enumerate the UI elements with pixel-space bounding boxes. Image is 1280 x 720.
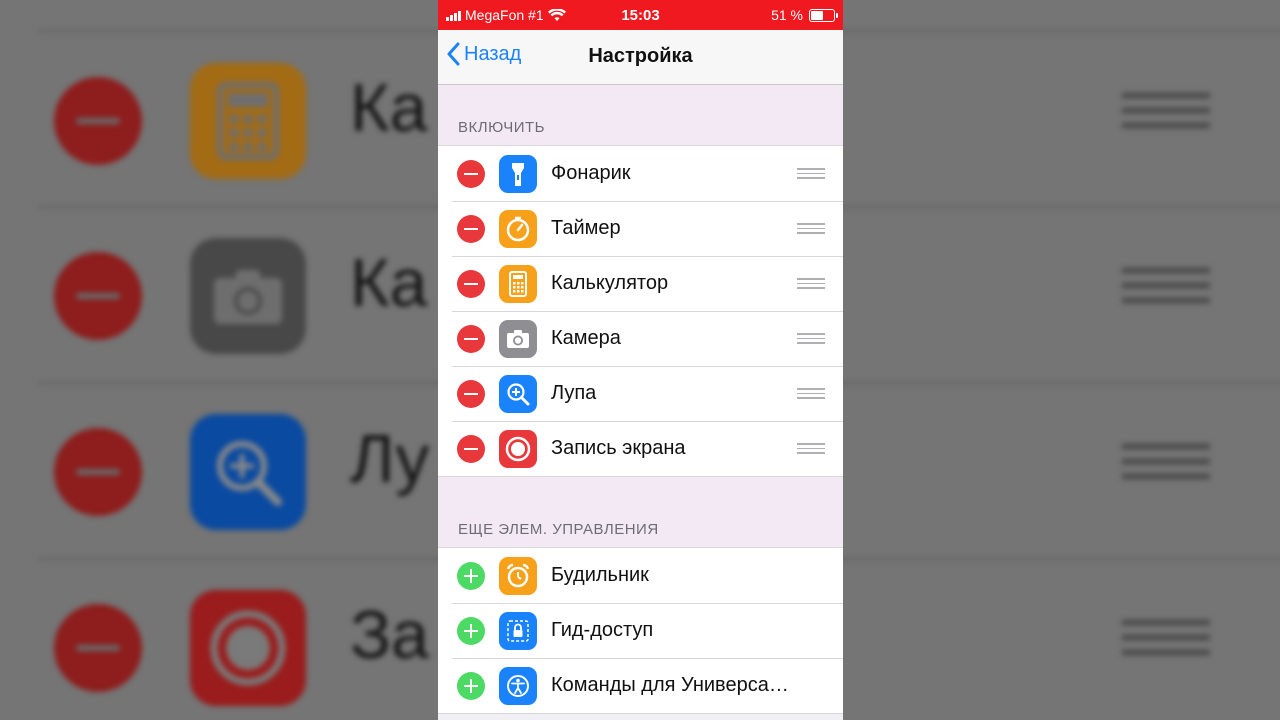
background-label: Ка <box>350 70 428 146</box>
reorder-handle-icon[interactable] <box>797 275 825 292</box>
battery-icon <box>809 8 838 22</box>
list-item-calculator: Калькулятор <box>438 256 843 311</box>
flashlight-icon <box>499 154 537 193</box>
reorder-handle-icon[interactable] <box>797 440 825 457</box>
screen-record-icon <box>499 429 537 468</box>
battery-status: 51 % <box>771 7 838 23</box>
background-label: За <box>350 597 429 673</box>
background-magnifier-icon <box>190 414 306 530</box>
reorder-handle-icon[interactable] <box>797 165 825 182</box>
guided-access-icon <box>499 611 537 650</box>
background-record-icon <box>190 590 306 706</box>
magnifier-icon <box>499 374 537 413</box>
status-bar: MegaFon #1 15:03 51 % <box>438 0 843 30</box>
remove-button[interactable] <box>457 434 485 463</box>
battery-percent: 51 % <box>771 7 803 23</box>
remove-button[interactable] <box>457 269 485 298</box>
background-camera-icon <box>190 238 306 354</box>
background-label: Лу <box>350 421 430 497</box>
list-item-screen-recording: Запись экрана <box>438 421 843 476</box>
page-title: Настройка <box>588 45 693 67</box>
section-header-enabled: ВКЛЮЧИТЬ <box>438 85 843 145</box>
phone-screen: MegaFon #1 15:03 51 % Назад Настройка ВК… <box>438 0 843 720</box>
list-item-alarm: Будильник <box>438 548 843 603</box>
alarm-icon <box>499 556 537 595</box>
list-item-label: Лупа <box>551 382 597 404</box>
background-minus-icon <box>54 604 142 692</box>
list-item-label: Таймер <box>551 217 621 239</box>
list-item-label: Запись экрана <box>551 437 686 459</box>
navigation-bar: Назад Настройка <box>438 30 843 85</box>
enabled-controls-list: Фонарик Таймер Калькулятор Камера Лупа З… <box>438 145 843 477</box>
background-grip-icon <box>1122 93 1210 138</box>
list-item-magnifier: Лупа <box>438 366 843 421</box>
remove-button[interactable] <box>457 159 485 188</box>
list-item-guided-access: Гид-доступ <box>438 603 843 658</box>
camera-icon <box>499 319 537 358</box>
more-controls-list: Будильник Гид-доступ Команды для Универс… <box>438 547 843 714</box>
list-item-label: Команды для Универса… <box>551 674 789 696</box>
add-button[interactable] <box>457 616 485 645</box>
background-label: Ка <box>350 245 428 321</box>
accessibility-icon <box>499 666 537 705</box>
section-header-more: ЕЩЕ ЭЛЕМ. УПРАВЛЕНИЯ <box>438 477 843 547</box>
reorder-handle-icon[interactable] <box>797 330 825 347</box>
remove-button[interactable] <box>457 214 485 243</box>
background-grip-icon <box>1122 444 1210 489</box>
list-item-timer: Таймер <box>438 201 843 256</box>
remove-button[interactable] <box>457 379 485 408</box>
list-item-label: Камера <box>551 327 621 349</box>
list-item-label: Гид-доступ <box>551 619 654 641</box>
section-header-label: ВКЛЮЧИТЬ <box>458 119 546 136</box>
background-minus-icon <box>54 77 142 165</box>
background-grip-icon <box>1122 620 1210 665</box>
background-calculator-icon <box>190 63 306 179</box>
background-grip-icon <box>1122 268 1210 313</box>
reorder-handle-icon[interactable] <box>797 385 825 402</box>
list-item-camera: Камера <box>438 311 843 366</box>
timer-icon <box>499 209 537 248</box>
reorder-handle-icon[interactable] <box>797 220 825 237</box>
list-item-accessibility-shortcut: Команды для Универса… <box>438 658 843 713</box>
add-button[interactable] <box>457 671 485 700</box>
background-minus-icon <box>54 252 142 340</box>
list-item-label: Фонарик <box>551 162 631 184</box>
list-item-label: Будильник <box>551 564 649 586</box>
section-header-label: ЕЩЕ ЭЛЕМ. УПРАВЛЕНИЯ <box>458 521 659 538</box>
background-minus-icon <box>54 428 142 516</box>
list-item-label: Калькулятор <box>551 272 669 294</box>
remove-button[interactable] <box>457 324 485 353</box>
add-button[interactable] <box>457 561 485 590</box>
list-item-flashlight: Фонарик <box>438 146 843 201</box>
calculator-icon <box>499 264 537 303</box>
